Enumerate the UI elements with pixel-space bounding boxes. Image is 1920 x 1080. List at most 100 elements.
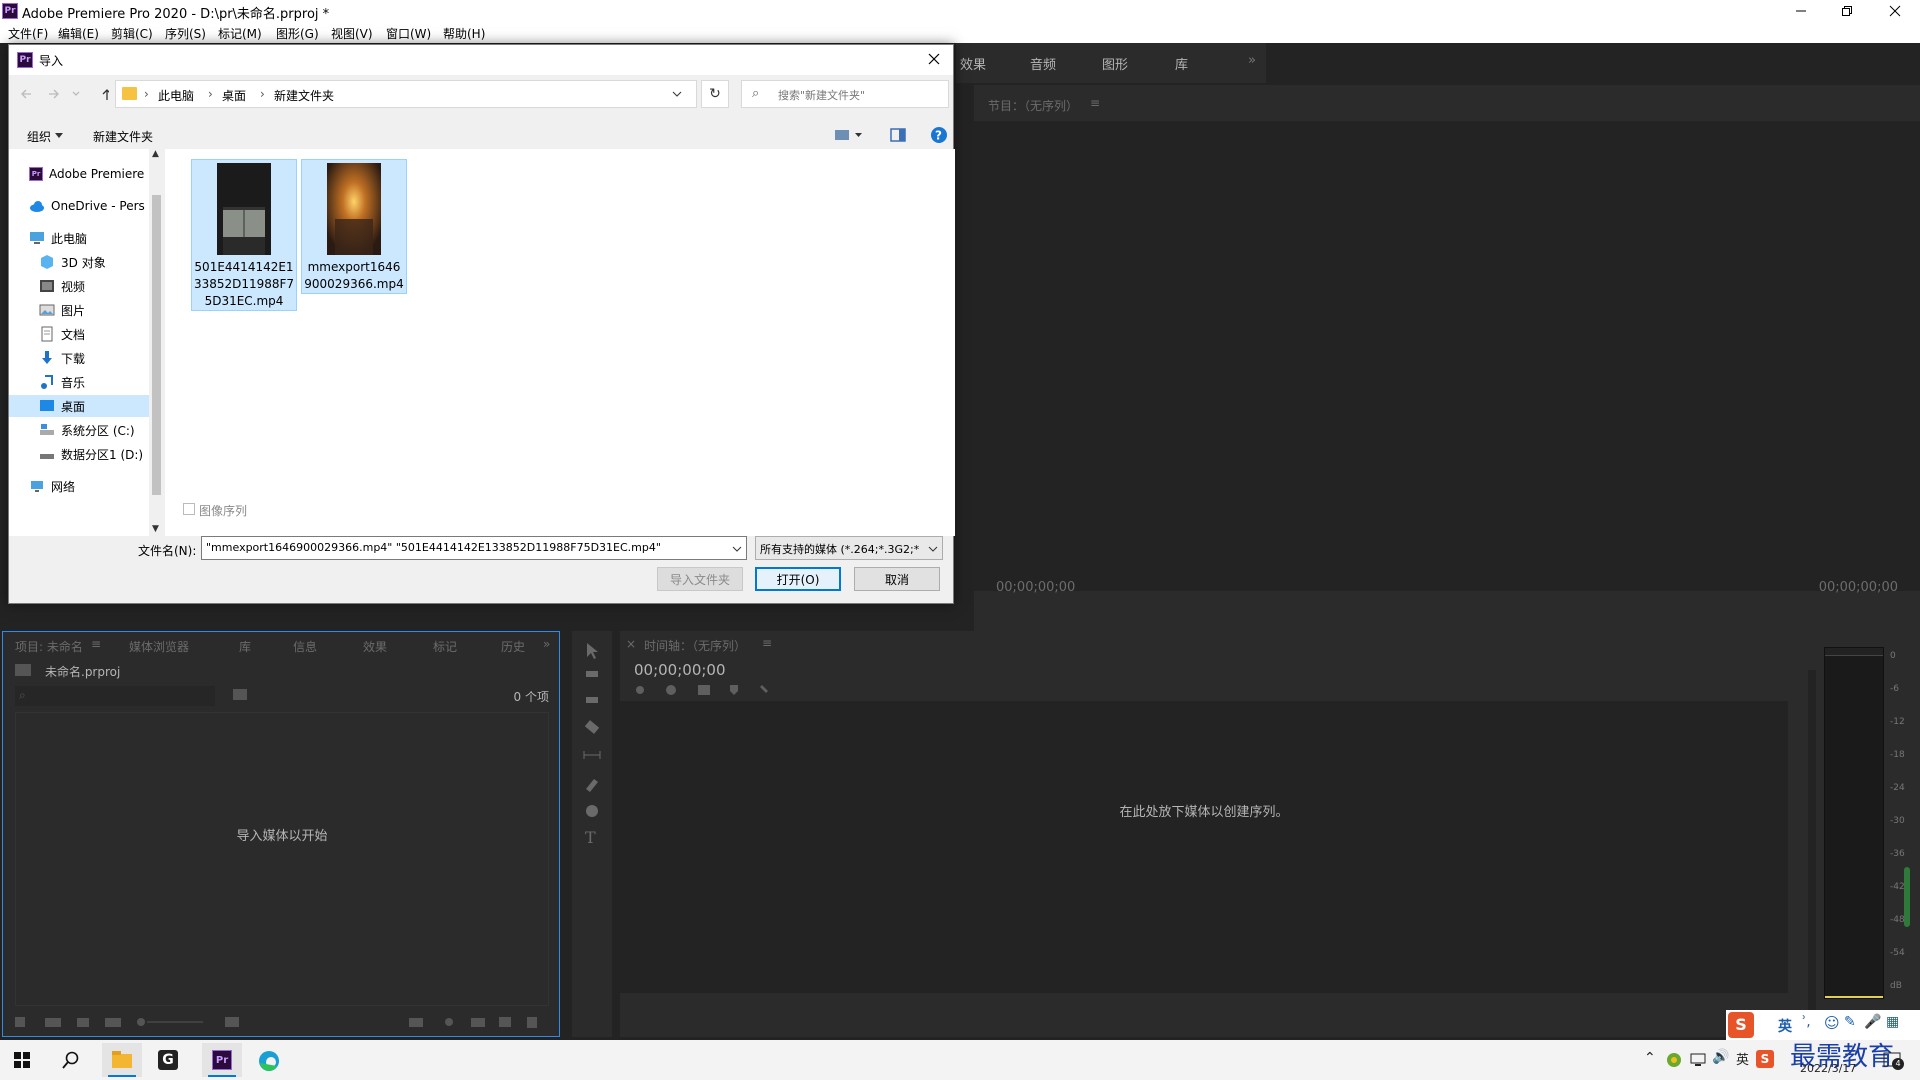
tray-expand-icon[interactable]: ⌃ [1644, 1050, 1656, 1066]
project-bottom-toolbar[interactable] [13, 1012, 553, 1032]
new-search-bin-icon[interactable] [233, 689, 247, 700]
tab-history[interactable]: 历史 [501, 638, 525, 655]
import-folder-button[interactable]: 导入文件夹 [657, 567, 743, 591]
timeline-drop-area[interactable]: 在此处放下媒体以创建序列。 [620, 701, 1788, 993]
menu-edit[interactable]: 编辑(E) [58, 25, 99, 42]
minimize-button[interactable] [1778, 0, 1824, 22]
menu-sequence[interactable]: 序列(S) [165, 25, 206, 42]
file-item[interactable]: 501E4414142E1 33852D11988F7 5D31EC.mp4 [191, 159, 297, 311]
edge-browser-icon[interactable] [258, 1050, 280, 1072]
close-window-button[interactable] [1872, 0, 1918, 22]
tab-graphics[interactable]: 图形 [1102, 54, 1128, 73]
filename-input[interactable]: "mmexport1646900029366.mp4" "501E4414142… [201, 536, 747, 560]
ime-pen-icon[interactable]: ✎ [1844, 1014, 1856, 1030]
organize-button[interactable]: 组织 [27, 128, 51, 145]
nav-item-network[interactable]: 网络 [29, 475, 75, 497]
file-type-select[interactable]: 所有支持的媒体 (*.264;*.3G2;* [755, 536, 943, 560]
file-item[interactable]: mmexport1646 900029366.mp4 [301, 159, 407, 294]
taskbar-premiere-button[interactable]: Pr [202, 1043, 242, 1077]
program-timecode-left[interactable]: 00;00;00;00 [996, 580, 1075, 595]
network-icon[interactable] [1690, 1052, 1706, 1068]
tray-app-icon[interactable] [1666, 1052, 1682, 1068]
scroll-up-icon[interactable]: ▲ [152, 149, 159, 159]
panel-menu-icon[interactable]: ≡ [762, 636, 772, 650]
ime-emoji-icon[interactable]: ☺ [1824, 1014, 1840, 1032]
timeline-title[interactable]: 时间轴：（无序列） [644, 637, 746, 654]
taskbar-explorer-button[interactable] [102, 1043, 142, 1077]
program-monitor-title[interactable]: 节目：（无序列） [988, 97, 1078, 114]
refresh-button[interactable]: ↻ [701, 80, 729, 108]
timeline-timecode[interactable]: 00;00;00;00 [634, 661, 726, 679]
menu-help[interactable]: 帮助(H) [443, 25, 485, 42]
timeline-toolbar[interactable] [634, 683, 784, 697]
nav-item-onedrive[interactable]: OneDrive - Pers [29, 195, 145, 217]
panel-menu-icon[interactable]: ≡ [1090, 96, 1100, 110]
taskbar-app-c-icon[interactable]: G [158, 1050, 178, 1070]
ime-tray-icon[interactable]: 英 [1736, 1049, 1749, 1068]
tools-icons[interactable]: T [572, 631, 612, 891]
address-bar[interactable]: › 此电脑 › 桌面 › 新建文件夹 [115, 80, 697, 108]
ime-punctuation-icon[interactable]: ʾ, [1802, 1014, 1811, 1030]
taskbar-date[interactable]: 2022/3/17 [1800, 1062, 1856, 1075]
new-folder-button[interactable]: 新建文件夹 [93, 128, 153, 145]
nav-item-this-pc[interactable]: 此电脑 [29, 227, 87, 249]
nav-item-music[interactable]: 音乐 [39, 371, 85, 393]
scroll-down-icon[interactable]: ▼ [152, 524, 159, 534]
project-search-input[interactable]: ⌕ [15, 686, 215, 706]
sogou-ime-icon[interactable]: S [1728, 1012, 1754, 1038]
search-input[interactable]: ⌕ 搜索"新建文件夹" [741, 80, 949, 108]
file-list[interactable]: 501E4414142E1 33852D11988F7 5D31EC.mp4 m… [165, 149, 955, 536]
menu-window[interactable]: 窗口(W) [386, 25, 431, 42]
nav-item-documents[interactable]: 文档 [39, 323, 85, 345]
ime-mic-icon[interactable]: 🎤 [1864, 1014, 1881, 1030]
tab-info[interactable]: 信息 [293, 638, 317, 655]
nav-item-3d-objects[interactable]: 3D 对象 [39, 251, 106, 273]
dialog-nav-buttons[interactable] [19, 86, 109, 102]
cancel-button[interactable]: 取消 [854, 567, 940, 591]
menu-file[interactable]: 文件(F) [8, 25, 48, 42]
nav-scrollbar[interactable]: ▲ ▼ [149, 149, 164, 536]
tab-libraries[interactable]: 库 [1175, 54, 1188, 73]
panel-menu-icon[interactable]: ≡ [91, 637, 101, 651]
sogou-tray-icon[interactable]: S [1756, 1050, 1774, 1068]
menu-graphics[interactable]: 图形(G) [276, 25, 319, 42]
more-tabs-icon[interactable]: » [543, 637, 550, 651]
tab-effects[interactable]: 效果 [960, 54, 986, 73]
nav-item-drive-d[interactable]: 数据分区1 (D:) [39, 443, 143, 465]
tab-libraries[interactable]: 库 [239, 638, 251, 655]
open-button[interactable]: 打开(O) [755, 567, 841, 591]
tab-markers[interactable]: 标记 [433, 638, 457, 655]
project-bin-area[interactable]: 导入媒体以开始 [15, 712, 549, 1006]
view-controls[interactable]: ? [831, 125, 961, 145]
image-sequence-checkbox[interactable] [183, 503, 195, 515]
tab-effects[interactable]: 效果 [363, 638, 387, 655]
nav-item-videos[interactable]: 视频 [39, 275, 85, 297]
menu-clip[interactable]: 剪辑(C) [111, 25, 153, 42]
nav-item-drive-c[interactable]: 系统分区 (C:) [39, 419, 135, 441]
tab-audio[interactable]: 音频 [1030, 54, 1056, 73]
taskbar-search-icon[interactable] [62, 1051, 80, 1069]
nav-item-adobe-premiere[interactable]: Pr Adobe Premiere [29, 163, 144, 185]
more-tabs-icon[interactable]: » [1248, 53, 1256, 68]
restore-button[interactable] [1824, 0, 1870, 22]
close-tab-icon[interactable]: × [626, 637, 636, 651]
address-dropdown-icon[interactable] [672, 90, 682, 98]
ime-menu-icon[interactable]: ▦ [1886, 1014, 1899, 1030]
volume-icon[interactable]: 🔊 [1712, 1049, 1729, 1065]
menu-marker[interactable]: 标记(M) [218, 25, 262, 42]
tab-project[interactable]: 项目: 未命名 [15, 638, 83, 655]
nav-item-pictures[interactable]: 图片 [39, 299, 85, 321]
ime-language[interactable]: 英 [1778, 1016, 1792, 1036]
nav-item-desktop[interactable]: 桌面 [39, 395, 85, 417]
breadcrumb-desktop[interactable]: 桌面 [222, 87, 246, 104]
chevron-down-icon[interactable] [732, 545, 742, 553]
breadcrumb-new-folder[interactable]: 新建文件夹 [274, 87, 334, 104]
tab-media-browser[interactable]: 媒体浏览器 [129, 638, 189, 655]
windows-start-icon[interactable] [14, 1052, 30, 1068]
menu-view[interactable]: 视图(V) [331, 25, 373, 42]
breadcrumb-this-pc[interactable]: 此电脑 [158, 87, 194, 104]
notification-button[interactable]: 4 [1882, 1050, 1904, 1070]
nav-item-downloads[interactable]: 下载 [39, 347, 85, 369]
nav-scrollbar-thumb[interactable] [152, 195, 161, 495]
dialog-close-button[interactable] [927, 52, 941, 66]
